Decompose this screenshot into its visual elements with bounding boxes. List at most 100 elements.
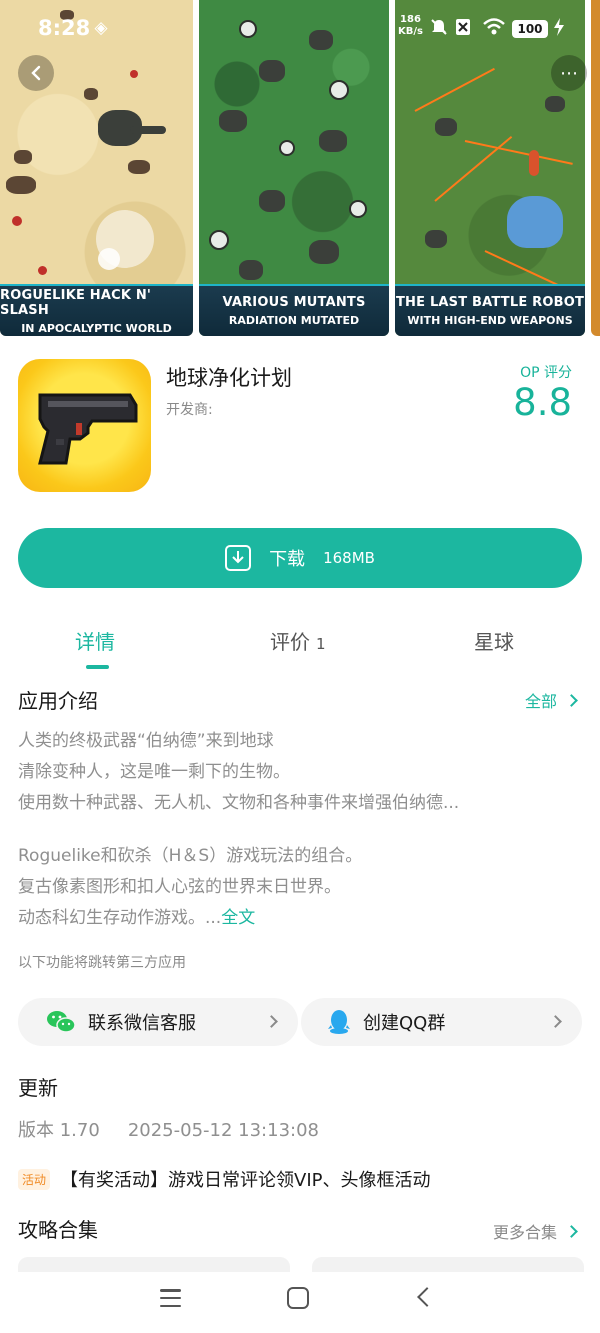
enemy-bullet [38, 266, 47, 275]
chevron-right-icon [265, 1015, 278, 1028]
intro-paragraph-1: 人类的终极武器“伯纳德”来到地球 清除变种人，这是唯一剩下的生物。 使用数十种武… [18, 726, 459, 819]
eyeball-mutant [279, 140, 295, 156]
caption-line2: IN APOCALYPTIC WORLD [21, 321, 172, 335]
chevron-right-icon [565, 693, 578, 707]
version-number: 版本 1.70 [18, 1120, 100, 1141]
chevron-right-icon [549, 1015, 562, 1028]
pistol-icon [38, 393, 138, 465]
nav-back-button[interactable] [417, 1287, 437, 1307]
mutant-sprite [309, 240, 339, 264]
intro-line: 人类的终极武器“伯纳德”来到地球 [18, 731, 274, 751]
activity-badge: 活动 [18, 1168, 51, 1190]
tab-planet-label: 星球 [474, 630, 514, 654]
download-label: 下载 [269, 549, 306, 570]
update-date: 2025-05-12 13:13:08 [127, 1120, 319, 1141]
tab-reviews[interactable]: 评价 1 [270, 626, 326, 655]
enemy-sprite [14, 150, 32, 164]
caption-line1: THE LAST BATTLE ROBOT [395, 295, 585, 310]
developer-label[interactable]: 开发商: [166, 399, 213, 419]
enemy-bullet [12, 216, 22, 226]
download-icon [225, 545, 252, 571]
enemy-sprite [545, 96, 565, 112]
intro-title: 应用介绍 [18, 689, 98, 713]
wechat-icon [46, 1009, 76, 1035]
recent-apps-button[interactable] [160, 1289, 181, 1307]
intro-paragraph-2: Roguelike和砍杀（H＆S）游戏玩法的组合。 复古像素图形和扣人心弦的世界… [18, 841, 362, 934]
tab-bar: 详情 评价 1 星球 [0, 622, 600, 672]
monster-tail [130, 126, 166, 134]
active-tab-indicator [86, 665, 109, 669]
intro-line: Roguelike和砍杀（H＆S）游戏玩法的组合。 [18, 846, 363, 866]
screenshot-caption: THE LAST BATTLE ROBOT WITH HIGH-END WEAP… [395, 284, 585, 336]
screenshot-carousel[interactable]: ROGUELIKE HACK N' SLASH IN APOCALYPTIC W… [0, 0, 600, 338]
intro-all-link[interactable]: 全部 [524, 688, 578, 712]
mutant-sprite [259, 60, 285, 82]
system-nav-bar [0, 1272, 600, 1333]
caption-line2: WITH HIGH-END WEAPONS [407, 314, 573, 327]
app-icon [18, 359, 151, 492]
missile-sprite [529, 150, 539, 176]
intro-line-last: 动态科幻生存动作游戏。...全文 [18, 903, 362, 934]
screenshot-caption: VARIOUS MUTANTS RADIATION MUTATED [199, 284, 389, 336]
eyeball-mutant [329, 80, 349, 100]
tab-details-label: 详情 [75, 630, 115, 654]
more-options-button[interactable]: ⋯ [551, 55, 587, 91]
home-button[interactable] [287, 1287, 309, 1309]
guides-title: 攻略合集 [18, 1218, 98, 1242]
third-party-note: 以下功能将跳转第三方应用 [18, 955, 186, 971]
tab-reviews-count: 1 [316, 635, 326, 653]
back-button[interactable] [18, 55, 54, 91]
intro-line: 清除变种人，这是唯一剩下的生物。 [18, 762, 290, 782]
intro-all-label: 全部 [524, 692, 557, 711]
download-button[interactable]: 下载 168MB [18, 528, 582, 588]
more-guides-label: 更多合集 [492, 1223, 557, 1242]
screenshot-3[interactable]: THE LAST BATTLE ROBOT WITH HIGH-END WEAP… [395, 0, 585, 336]
intro-line: 动态科幻生存动作游戏。... [18, 908, 222, 928]
mutant-sprite [239, 260, 263, 280]
eyeball-mutant [349, 200, 367, 218]
qq-group-label: 创建QQ群 [363, 1013, 446, 1034]
enemy-sprite [6, 176, 36, 194]
qq-group-button[interactable]: 创建QQ群 [301, 998, 582, 1046]
wechat-service-label: 联系微信客服 [88, 1013, 196, 1034]
joystick-knob[interactable] [98, 248, 120, 270]
screenshot-caption: ROGUELIKE HACK N' SLASH IN APOCALYPTIC W… [0, 284, 193, 336]
eyeball-mutant [209, 230, 229, 250]
tab-planet[interactable]: 星球 [474, 626, 514, 655]
download-size: 168MB [323, 549, 375, 567]
laser-beam [414, 67, 495, 112]
enemy-sprite [84, 88, 98, 100]
chevron-left-icon [31, 65, 41, 81]
enemy-bullet [130, 70, 138, 78]
screenshot-1[interactable]: ROGUELIKE HACK N' SLASH IN APOCALYPTIC W… [0, 0, 193, 336]
mutant-sprite [259, 190, 285, 212]
enemy-sprite [60, 10, 74, 20]
enemy-sprite [425, 230, 447, 248]
caption-line2: RADIATION MUTATED [228, 314, 360, 327]
eyeball-mutant [239, 20, 257, 38]
wechat-service-button[interactable]: 联系微信客服 [18, 998, 298, 1046]
caption-line1: ROGUELIKE HACK N' SLASH [0, 287, 152, 318]
more-guides-link[interactable]: 更多合集 [492, 1219, 578, 1243]
app-title: 地球净化计划 [166, 366, 292, 390]
intro-line: 使用数十种武器、无人机、文物和各种事件来增强伯纳德... [18, 793, 460, 813]
screenshot-2[interactable]: VARIOUS MUTANTS RADIATION MUTATED [199, 0, 389, 336]
laser-beam [434, 135, 513, 202]
version-info: 版本 1.70 2025-05-12 13:13:08 [18, 1116, 347, 1142]
mutant-sprite [219, 110, 247, 132]
screenshot-4-peek[interactable] [591, 0, 600, 336]
enemy-sprite [128, 160, 150, 174]
enemy-sprite [435, 118, 457, 136]
mutant-sprite [319, 130, 347, 152]
full-text-link[interactable]: 全文 [221, 908, 255, 928]
chevron-right-icon [565, 1224, 578, 1238]
update-title: 更新 [18, 1076, 58, 1100]
tab-details[interactable]: 详情 [75, 626, 115, 655]
more-dots-icon: ⋯ [560, 62, 578, 84]
activity-banner[interactable]: 活动 【有奖活动】游戏日常评论领VIP、头像框活动 [18, 1166, 431, 1192]
intro-line: 复古像素图形和扣人心弦的世界末日世界。 [18, 877, 341, 897]
laser-beam [484, 250, 558, 286]
caption-line1: VARIOUS MUTANTS [222, 295, 366, 310]
qq-icon [327, 1009, 351, 1035]
rating-score: 8.8 [513, 381, 572, 424]
